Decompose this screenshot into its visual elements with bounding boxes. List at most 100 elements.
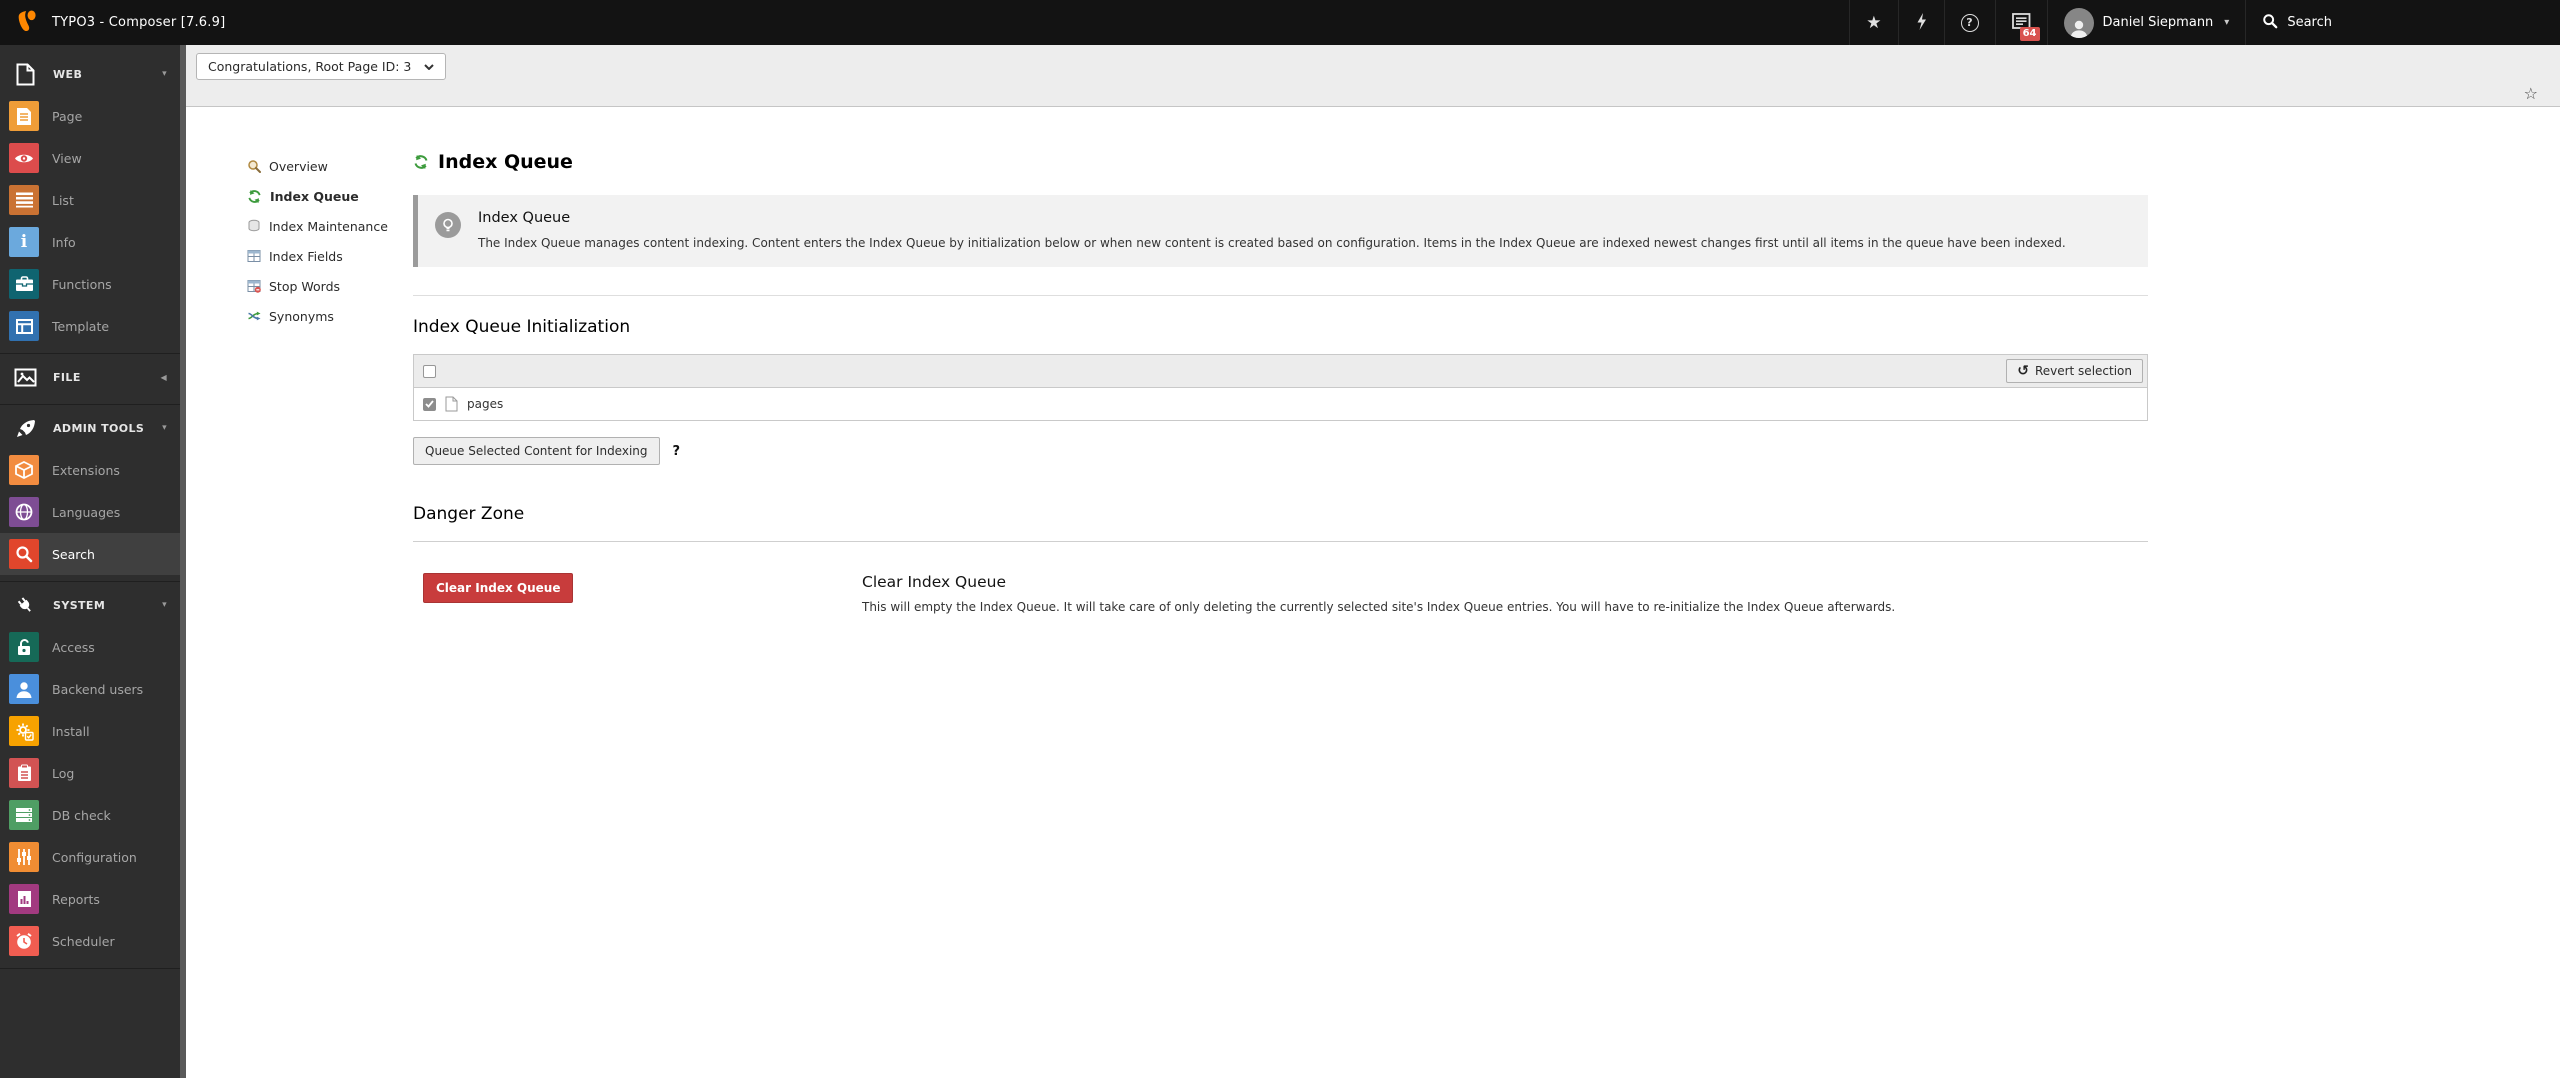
pages-checkbox[interactable]: [423, 398, 436, 411]
sidebar-item-access[interactable]: Access: [0, 626, 180, 668]
sidebar-item-label: Page: [52, 109, 82, 124]
select-all-checkbox[interactable]: [423, 365, 436, 378]
sidebar-item-label: Log: [52, 766, 74, 781]
divider: [413, 295, 2148, 296]
row-label: pages: [467, 397, 503, 411]
image-outline-icon: [10, 368, 40, 387]
page-selector[interactable]: Congratulations, Root Page ID: 3: [196, 53, 446, 80]
module-group-header-admin-tools[interactable]: ADMIN TOOLS ▾: [0, 407, 180, 449]
sidebar-item-template[interactable]: Template: [0, 305, 180, 347]
clear-cache-button[interactable]: [1898, 0, 1944, 45]
gear-check-icon: [9, 716, 39, 746]
module-group-header-system[interactable]: SYSTEM ▾: [0, 584, 180, 626]
tab-synonyms[interactable]: Synonyms: [247, 301, 413, 331]
topbar-toolbar: ★ ? 64 Da: [1849, 0, 2348, 45]
tab-label: Index Fields: [269, 249, 343, 264]
magnifier-icon: [9, 539, 39, 569]
init-section-title: Index Queue Initialization: [413, 317, 2148, 337]
sidebar-item-label: Languages: [52, 505, 120, 520]
plug-icon: [10, 595, 40, 615]
template-layout-icon: [9, 311, 39, 341]
page-icon: [9, 101, 39, 131]
sidebar-item-scheduler[interactable]: Scheduler: [0, 920, 180, 962]
document-outline-icon: [10, 63, 40, 86]
tab-index-maintenance[interactable]: Index Maintenance: [247, 211, 413, 241]
sidebar-item-label: Info: [52, 235, 76, 250]
sidebar-item-label: Install: [52, 724, 90, 739]
sidebar-item-reports[interactable]: Reports: [0, 878, 180, 920]
avatar: [2064, 8, 2094, 38]
sidebar-item-label: Search: [52, 547, 95, 562]
module-group-header-file[interactable]: FILE ◀: [0, 356, 180, 398]
sidebar-item-search[interactable]: Search: [0, 533, 180, 575]
divider: [413, 541, 2148, 542]
doc-header: Congratulations, Root Page ID: 3 ☆: [186, 45, 2560, 107]
module-group-label: SYSTEM: [53, 599, 105, 612]
sidebar-item-view[interactable]: View: [0, 137, 180, 179]
sidebar-item-label: Backend users: [52, 682, 143, 697]
bookmark-star-icon[interactable]: ☆: [2524, 84, 2538, 103]
page-selector-value: Congratulations, Root Page ID: 3: [208, 59, 411, 74]
tab-label: Index Maintenance: [269, 219, 388, 234]
queue-content-button[interactable]: Queue Selected Content for Indexing: [413, 437, 660, 465]
database-icon: [9, 800, 39, 830]
sidebar-item-configuration[interactable]: Configuration: [0, 836, 180, 878]
clear-index-queue-button[interactable]: Clear Index Queue: [423, 573, 573, 603]
refresh-green-icon: [247, 189, 262, 204]
sidebar-item-info[interactable]: i Info: [0, 221, 180, 263]
sidebar-item-backend-users[interactable]: Backend users: [0, 668, 180, 710]
init-table-header-row: ↺ Revert selection: [414, 355, 2148, 388]
info-callout: Index Queue The Index Queue manages cont…: [413, 195, 2148, 267]
module-group-label: ADMIN TOOLS: [53, 422, 144, 435]
sidebar-item-list[interactable]: List: [0, 179, 180, 221]
tab-overview[interactable]: Overview: [247, 151, 413, 181]
sidebar-item-extensions[interactable]: Extensions: [0, 449, 180, 491]
global-search-button[interactable]: Search: [2245, 0, 2348, 45]
chevron-down-icon: ▾: [162, 600, 167, 610]
sidebar-item-label: Template: [52, 319, 109, 334]
open-lock-icon: [9, 632, 39, 662]
sidebar-item-label: Access: [52, 640, 95, 655]
help-button[interactable]: ?: [1944, 0, 1995, 45]
table-blue-icon: [247, 249, 261, 263]
brand: TYPO3 - Composer [7.6.9]: [0, 0, 225, 45]
refresh-green-icon: [413, 154, 429, 170]
sidebar-item-install[interactable]: Install: [0, 710, 180, 752]
cube-icon: [9, 455, 39, 485]
help-question-toggle[interactable]: ?: [673, 444, 681, 459]
revert-selection-button[interactable]: ↺ Revert selection: [2006, 359, 2143, 383]
sidebar-item-functions[interactable]: Functions: [0, 263, 180, 305]
sidebar-item-db-check[interactable]: DB check: [0, 794, 180, 836]
table-row: pages: [414, 388, 2148, 421]
eye-icon: [9, 143, 39, 173]
sidebar-item-label: Reports: [52, 892, 100, 907]
module-group-admin-tools: ADMIN TOOLS ▾ Extensions Languages Searc…: [0, 405, 180, 582]
module-group-header-web[interactable]: WEB ▾: [0, 53, 180, 95]
bookmarks-button[interactable]: ★: [1849, 0, 1897, 45]
init-table: ↺ Revert selection: [413, 354, 2148, 421]
page-title: Index Queue: [413, 151, 2148, 173]
tab-stop-words[interactable]: Stop Words: [247, 271, 413, 301]
tab-index-queue[interactable]: Index Queue: [247, 181, 413, 211]
sidebar-item-log[interactable]: Log: [0, 752, 180, 794]
user-menu[interactable]: Daniel Siepmann ▾: [2047, 0, 2246, 45]
chevron-down-icon: ▾: [2224, 17, 2229, 28]
tab-label: Stop Words: [269, 279, 340, 294]
module-menu: WEB ▾ Page View List i Info: [0, 45, 180, 1078]
clear-queue-heading: Clear Index Queue: [862, 573, 1895, 591]
search-icon: [2262, 13, 2278, 33]
clear-queue-description: This will empty the Index Queue. It will…: [862, 600, 1895, 614]
page-file-icon: [445, 396, 458, 412]
sliders-icon: [9, 842, 39, 872]
magnifier-small-icon: [247, 159, 261, 173]
sidebar-item-page[interactable]: Page: [0, 95, 180, 137]
sidebar-item-label: Configuration: [52, 850, 137, 865]
sidebar-item-languages[interactable]: Languages: [0, 491, 180, 533]
lightbulb-icon: [435, 212, 461, 238]
top-bar: TYPO3 - Composer [7.6.9] ★ ? 64: [0, 0, 2560, 45]
table-minus-icon: [247, 279, 261, 293]
function-menu: Overview Index Queue Index Maintenance I…: [247, 151, 413, 614]
open-documents-button[interactable]: 64: [1995, 0, 2047, 45]
tab-index-fields[interactable]: Index Fields: [247, 241, 413, 271]
chevron-down-icon: [424, 64, 434, 70]
